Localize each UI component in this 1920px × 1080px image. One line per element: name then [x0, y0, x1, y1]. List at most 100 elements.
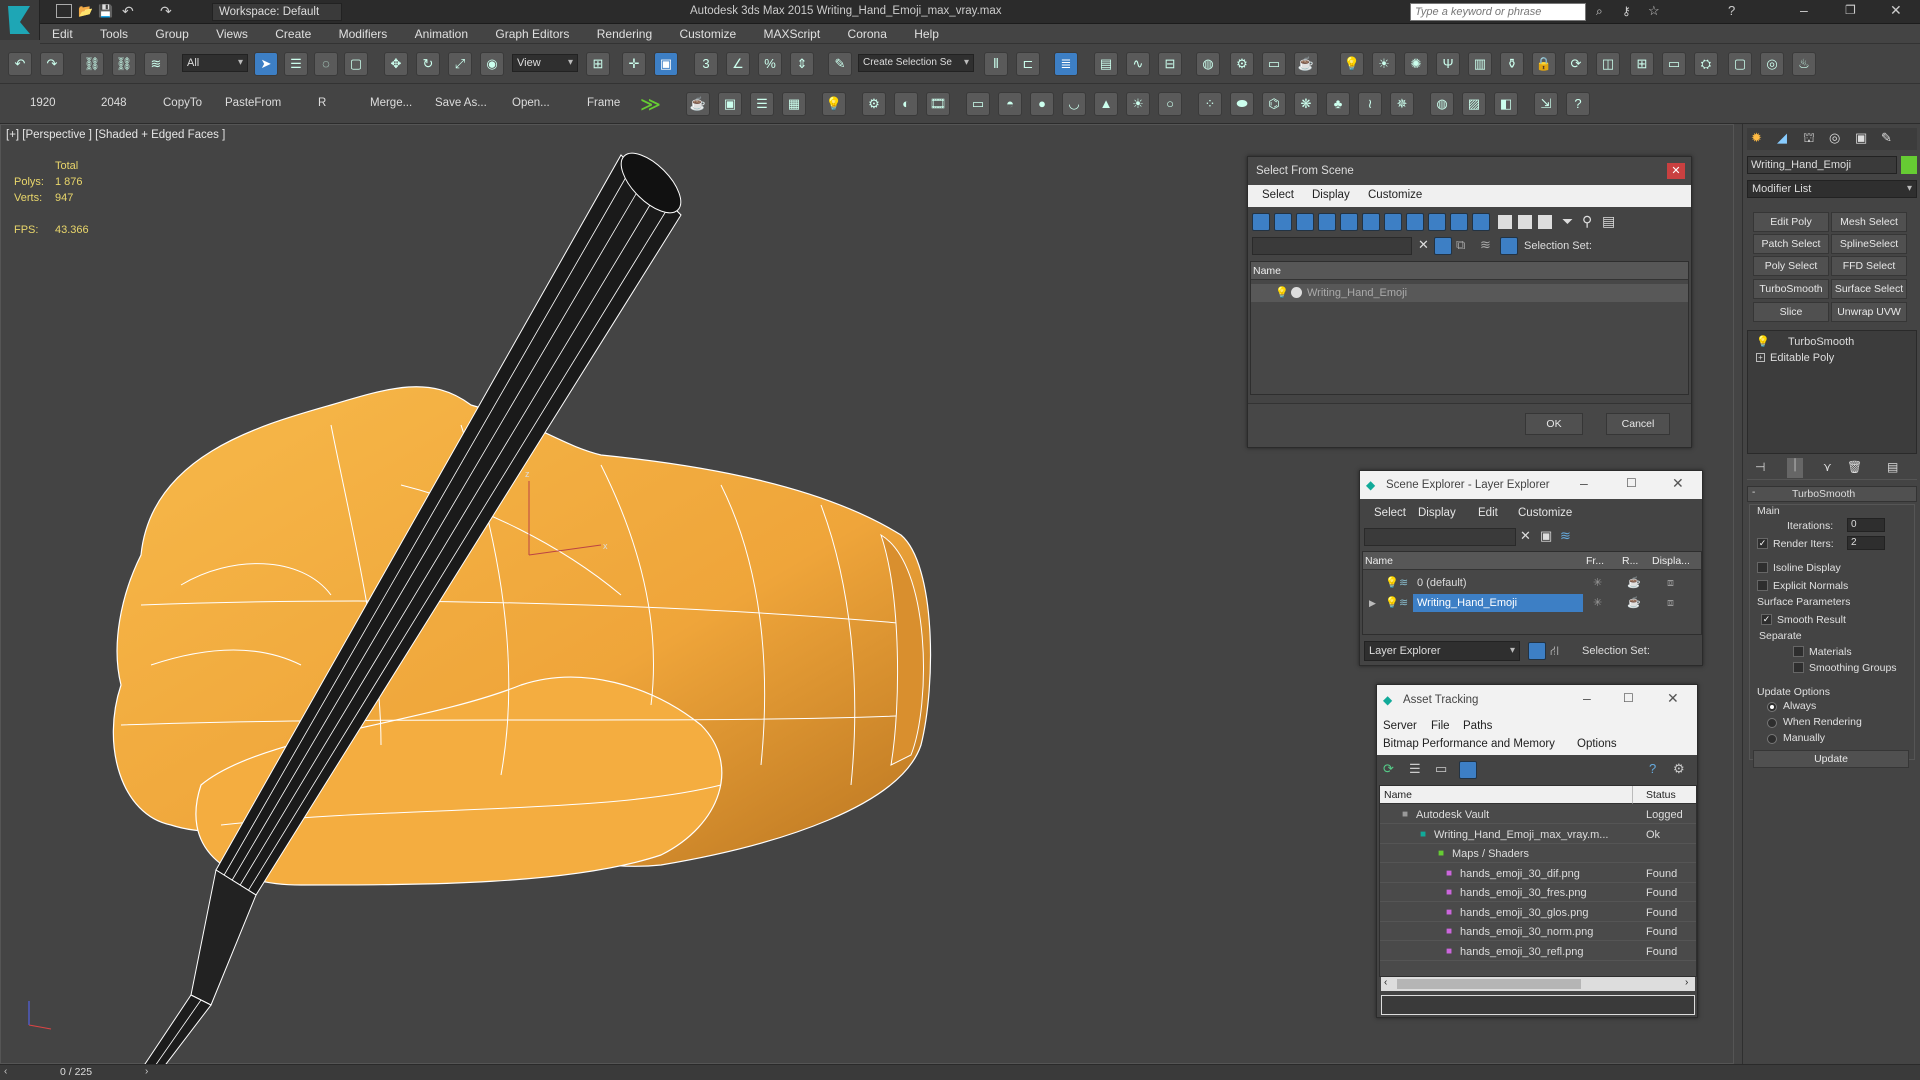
display-box-icon[interactable]: ⧈	[1667, 574, 1674, 592]
reference-coordinate-combo[interactable]: View	[512, 54, 578, 72]
close-icon[interactable]: ✕	[1667, 690, 1679, 707]
cone-icon[interactable]: ▲	[1094, 92, 1118, 116]
manually-radio[interactable]	[1767, 734, 1777, 744]
menu-views[interactable]: Views	[204, 24, 260, 44]
table-row[interactable]: ■ Maps / Shaders	[1380, 845, 1696, 863]
workspace-combo[interactable]: Workspace: Default	[212, 3, 342, 21]
merge-button[interactable]: Merge...	[370, 97, 412, 109]
filter-helpers-icon[interactable]	[1340, 213, 1358, 231]
select-all-icon[interactable]	[1498, 215, 1512, 229]
save-file-icon[interactable]: 💾	[98, 4, 113, 18]
thumbnail-icon[interactable]: ▭	[1435, 761, 1447, 777]
move-icon[interactable]: ✥	[384, 52, 408, 76]
dialog-menu-customize[interactable]: Customize	[1368, 189, 1422, 201]
curve-editor-icon[interactable]: ∿	[1126, 52, 1150, 76]
select-manipulate-icon[interactable]: ✛	[622, 52, 646, 76]
close-icon[interactable]: ✕	[1667, 163, 1685, 179]
at-menu-bitmap-performance[interactable]: Bitmap Performance and Memory	[1383, 738, 1555, 750]
network-icon[interactable]: ⛭	[1694, 52, 1718, 76]
ok-button[interactable]: OK	[1525, 413, 1583, 435]
display-icon[interactable]: ▭	[1662, 52, 1686, 76]
toolbar-label-2048[interactable]: 2048	[101, 97, 127, 109]
filter-active-icon[interactable]	[1434, 237, 1452, 255]
clear-icon[interactable]: ✕	[1418, 237, 1429, 253]
scale-icon[interactable]: ⤢	[448, 52, 472, 76]
angle-snap-icon[interactable]: ∠	[726, 52, 750, 76]
filter-options-icon[interactable]: ⚲	[1582, 213, 1592, 230]
render-production-icon[interactable]: ☕	[1294, 52, 1318, 76]
lock-icon[interactable]: 🔒	[1532, 52, 1556, 76]
selection-filter-combo[interactable]: All	[182, 54, 248, 72]
render-iters-spinner[interactable]: 2	[1847, 536, 1885, 550]
window-icon[interactable]: ▢	[1728, 52, 1752, 76]
edit-poly-button[interactable]: Edit Poly	[1753, 212, 1829, 232]
render-frame-icon[interactable]: ▨	[1462, 92, 1486, 116]
expand-plus-icon[interactable]: +	[1756, 353, 1765, 362]
restore-icon[interactable]: ❐	[1845, 3, 1856, 17]
patch-select-button[interactable]: Patch Select	[1753, 234, 1829, 254]
create-tab-icon[interactable]: ✹	[1751, 130, 1762, 146]
turbosmooth-rollout-header[interactable]: - TurboSmooth	[1747, 486, 1917, 502]
selection-set-icon[interactable]	[1500, 237, 1518, 255]
layer-mode-icon[interactable]	[1528, 642, 1546, 660]
smooth-result-checkbox[interactable]: ✓	[1761, 614, 1772, 625]
window-crossing-icon[interactable]: ▢	[344, 52, 368, 76]
when-rendering-radio[interactable]	[1767, 718, 1777, 728]
surface-select-button[interactable]: Surface Select	[1831, 279, 1907, 299]
turbosmooth-button[interactable]: TurboSmooth	[1753, 279, 1829, 299]
table-row[interactable]: ■ Writing_Hand_Emoji_max_vray.m... Ok	[1380, 826, 1696, 844]
selection-region-icon[interactable]: ◌	[314, 52, 338, 76]
toolbar-label-1920[interactable]: 1920	[30, 97, 56, 109]
filter-groups-icon[interactable]	[1384, 213, 1402, 231]
table-row[interactable]: ■ hands_emoji_30_norm.png Found	[1380, 923, 1696, 941]
at-menu-server[interactable]: Server	[1383, 720, 1417, 732]
list-icon[interactable]: ☰	[750, 92, 774, 116]
motion-tab-icon[interactable]: ◎	[1829, 130, 1840, 146]
object-color-swatch[interactable]	[1901, 156, 1917, 174]
find-input[interactable]	[1252, 237, 1412, 255]
horizontal-scrollbar[interactable]: ‹ ›	[1381, 977, 1695, 991]
bind-spacewarp-icon[interactable]: ≋	[144, 52, 168, 76]
asset-path-field[interactable]	[1381, 995, 1695, 1015]
filter-containers-icon[interactable]	[1450, 213, 1468, 231]
render-iters-checkbox[interactable]: ✓	[1757, 538, 1768, 549]
asset-tracking-titlebar[interactable]: ◆ Asset Tracking – ☐ ✕	[1377, 685, 1697, 715]
r-button[interactable]: R	[318, 97, 326, 109]
table-row[interactable]: ■ hands_emoji_30_fres.png Found	[1380, 884, 1696, 902]
redo-icon[interactable]: ↷	[40, 52, 64, 76]
snaps-toggle-icon[interactable]: 3	[694, 52, 718, 76]
mesh-select-button[interactable]: Mesh Select	[1831, 212, 1907, 232]
table-row[interactable]: ■ hands_emoji_30_glos.png Found	[1380, 904, 1696, 922]
maximize-icon[interactable]: ☐	[1623, 691, 1634, 705]
mirror-icon[interactable]: ⫴	[984, 52, 1008, 76]
place-icon[interactable]: ◉	[480, 52, 504, 76]
select-by-name-icon[interactable]: ☰	[284, 52, 308, 76]
teapot-icon[interactable]: ☕	[686, 92, 710, 116]
clear-icon[interactable]: ✕	[1520, 528, 1531, 544]
at-column-name[interactable]: Name	[1380, 786, 1632, 804]
question-icon[interactable]: ?	[1566, 92, 1590, 116]
object-name-field[interactable]: Writing_Hand_Emoji	[1747, 156, 1897, 174]
scatter-icon[interactable]: ⁘	[1198, 92, 1222, 116]
se-options-icon[interactable]: ▣	[1540, 528, 1552, 544]
dome-icon[interactable]: ◓	[998, 92, 1022, 116]
select-from-scene-titlebar[interactable]: Select From Scene ✕	[1248, 157, 1691, 185]
maximize-icon[interactable]: ☐	[1626, 476, 1637, 490]
asset-list[interactable]: Name Status ■ Autodesk Vault Logged ■ Writin…	[1379, 785, 1697, 977]
configure-sets-icon[interactable]: ▤	[1887, 460, 1898, 474]
binoculars-icon[interactable]: ⌕	[1596, 4, 1603, 19]
search-input[interactable]: Type a keyword or phrase	[1410, 3, 1586, 21]
undo-icon[interactable]: ↶	[8, 52, 32, 76]
render-teapot-icon[interactable]: ☕	[1627, 594, 1641, 612]
proxy-icon[interactable]: ⬬	[1230, 92, 1254, 116]
at-menu-paths[interactable]: Paths	[1463, 720, 1492, 732]
explorer-type-combo[interactable]: Layer Explorer	[1364, 641, 1520, 661]
rendered-frame-window-icon[interactable]: ▭	[1262, 52, 1286, 76]
spinner-snap-icon[interactable]: ⇕	[790, 52, 814, 76]
minimize-icon[interactable]: –	[1580, 475, 1588, 491]
link-icon[interactable]: ⛓	[80, 52, 104, 76]
menu-maxscript[interactable]: MAXScript	[752, 24, 833, 44]
open-button[interactable]: Open...	[512, 97, 550, 109]
refresh-icon[interactable]: ⟳	[1383, 761, 1394, 777]
close-icon[interactable]: ✕	[1672, 475, 1684, 492]
